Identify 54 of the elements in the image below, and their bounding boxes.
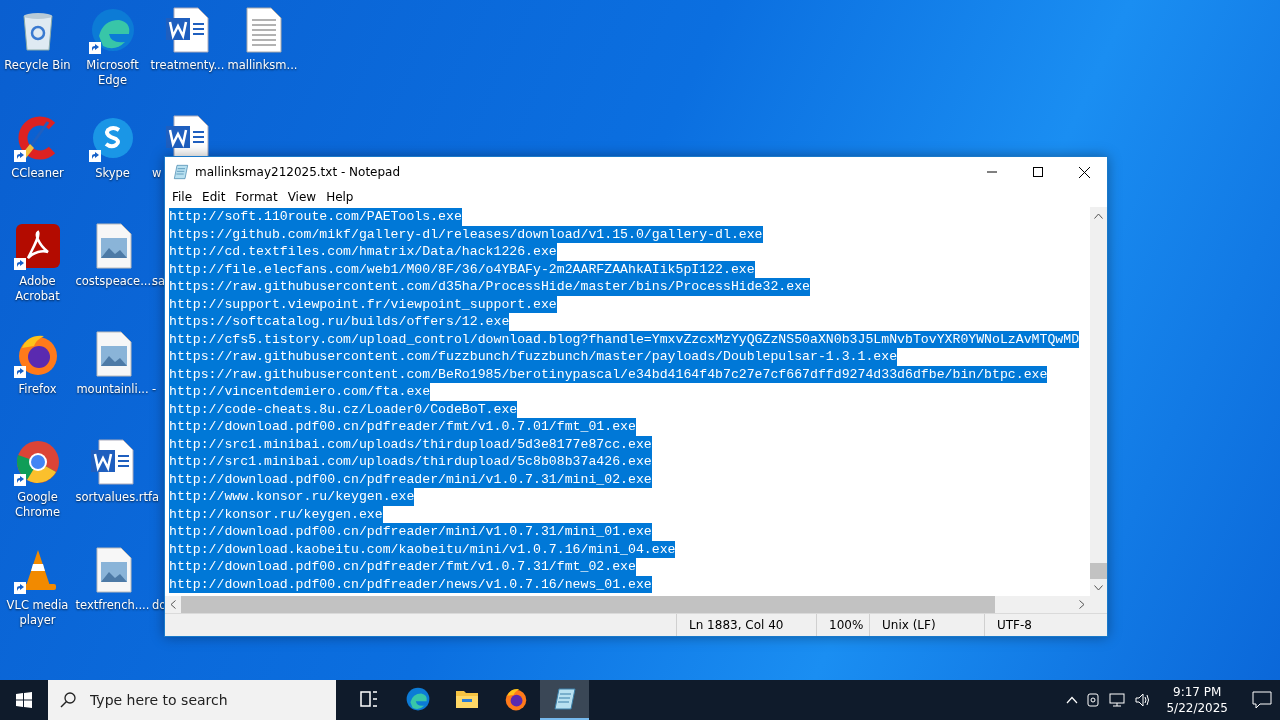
edge-icon <box>404 686 431 712</box>
task-view-icon <box>358 690 379 708</box>
device-icon[interactable] <box>1086 692 1101 708</box>
desktop-icon-label[interactable]: Firefox <box>0 382 75 397</box>
desktop-icon-label[interactable]: treatmenty... <box>150 58 225 73</box>
maximize-icon <box>1033 167 1043 177</box>
windows-logo-icon <box>16 692 32 708</box>
encoding: UTF-8 <box>984 614 1107 636</box>
notepad-icon <box>552 687 577 711</box>
desktop-icon-label[interactable]: CCleaner <box>0 166 75 181</box>
search-box[interactable]: Type here to search <box>48 680 336 720</box>
notepad-icon <box>173 164 189 180</box>
desktop-icon-label[interactable]: a <box>152 490 160 505</box>
desktop-icon-label[interactable]: VLC media player <box>0 598 75 628</box>
desktop-icon-label[interactable]: textfrench.... <box>75 598 150 613</box>
menu-item[interactable]: View <box>282 187 322 207</box>
notification-icon[interactable] <box>1252 691 1272 709</box>
menu-item[interactable]: File <box>167 187 198 207</box>
search-field[interactable]: Type here to search <box>88 691 336 709</box>
word-document-icon <box>163 6 212 54</box>
cursor-position: Ln 1883, Col 40 <box>676 614 816 636</box>
zoom-level: 100% <box>816 614 869 636</box>
chevron-up-icon[interactable] <box>1066 696 1079 704</box>
pdf-app-icon <box>13 222 62 270</box>
desktop-icon-label[interactable]: w <box>152 166 162 181</box>
desktop-icon-label[interactable]: Google Chrome <box>0 490 75 520</box>
time-text: 9:17 PM <box>1173 684 1222 700</box>
menu-item[interactable]: Format <box>230 187 283 207</box>
close-icon <box>1078 166 1090 178</box>
word-document-icon <box>88 438 137 486</box>
vertical-scrollbar[interactable] <box>1090 207 1107 596</box>
menu-item[interactable]: Help <box>321 187 359 207</box>
desktop-icon-label[interactable]: Adobe Acrobat <box>0 274 75 304</box>
desktop-icon-label[interactable]: mountainli... <box>75 382 150 397</box>
desktop-icon-label[interactable]: - <box>152 382 157 397</box>
window-title: mallinksmay212025.txt - Notepad <box>195 165 402 179</box>
search-icon <box>60 692 76 708</box>
scrollbar-thumb[interactable] <box>1090 563 1107 579</box>
scroll-down-icon[interactable] <box>1094 585 1103 591</box>
line-ending: Unix (LF) <box>869 614 984 636</box>
desktop-icon-label[interactable]: Recycle Bin <box>0 58 75 73</box>
taskbar-app-button[interactable] <box>540 680 589 720</box>
menu-item[interactable]: Edit <box>197 187 231 207</box>
scroll-left-icon[interactable] <box>170 600 176 609</box>
desktop-icon-label[interactable]: Microsoft Edge <box>75 58 150 88</box>
desktop-icon-label[interactable]: do <box>152 598 167 613</box>
desktop-icon-label[interactable]: Skype <box>75 166 150 181</box>
network-icon[interactable] <box>1108 692 1127 708</box>
clock[interactable]: 9:17 PM 5/22/2025 <box>1166 684 1228 716</box>
desktop-icon-label[interactable]: mallinksm... <box>225 58 300 73</box>
scroll-up-icon[interactable] <box>1094 213 1103 219</box>
folder-icon <box>454 688 479 710</box>
date-text: 5/22/2025 <box>1166 700 1228 716</box>
scroll-right-icon[interactable] <box>1079 600 1085 609</box>
